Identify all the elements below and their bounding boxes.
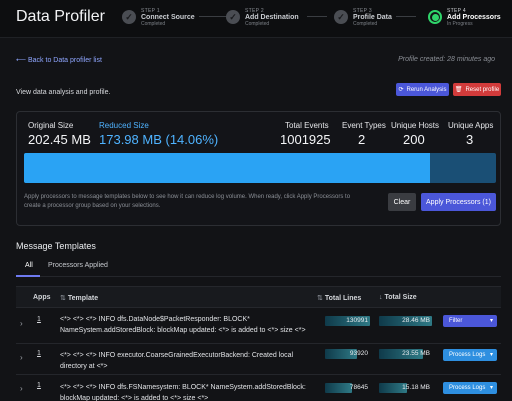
reset-profile-label: Reset profile <box>465 86 500 93</box>
apps-count-link[interactable]: 1 <box>37 382 41 389</box>
step-add-destination[interactable]: ✓ STEP 2 Add Destination Completed <box>226 8 299 27</box>
apps-count-link[interactable]: 1 <box>37 316 41 323</box>
clear-button[interactable]: Clear <box>388 193 416 211</box>
profile-created-text: Profile created: 28 minutes ago <box>398 56 495 63</box>
total-events-label: Total Events <box>285 121 329 130</box>
unique-hosts-value: 200 <box>403 132 425 147</box>
total-lines-cell: 130991 <box>325 316 370 326</box>
total-size-cell: 23.55 MB <box>379 349 432 359</box>
message-templates-title: Message Templates <box>16 241 96 251</box>
table-row[interactable]: › 1 <*> <*> <*> INFO dfs.FSNamesystem: B… <box>16 376 501 401</box>
step-status: Completed <box>245 20 270 27</box>
step-profile-data[interactable]: ✓ STEP 3 Profile Data Completed <box>334 8 392 27</box>
check-icon: ✓ <box>122 10 136 24</box>
column-total-lines[interactable]: ⇅ Total Lines <box>317 294 361 302</box>
reduced-size-label: Reduced Size <box>99 121 149 130</box>
caret-down-icon: ▾ <box>489 385 493 391</box>
column-total-size-label: Total Size <box>384 294 417 301</box>
column-apps[interactable]: Apps <box>33 294 51 301</box>
total-size-cell: 15.18 MB <box>379 383 432 393</box>
apply-processors-button[interactable]: Apply Processors (1) <box>421 193 496 211</box>
sort-icon: ⇅ <box>60 295 66 302</box>
template-text: <*> <*> <*> INFO executor.CoarseGrainedE… <box>60 352 294 371</box>
step-status: Completed <box>141 20 166 27</box>
step-status: Completed <box>353 20 378 27</box>
step-status: In Progress <box>447 20 473 27</box>
tab-all[interactable]: All <box>25 262 33 269</box>
sort-desc-icon: ↓ <box>379 294 383 301</box>
process-logs-action-button[interactable]: Process Logs ▾ <box>443 349 497 361</box>
reset-profile-button[interactable]: 🗑 Reset profile <box>453 83 501 96</box>
table-row[interactable]: › 1 <*> <*> <*> INFO dfs.DataNode$Packet… <box>16 309 501 344</box>
table-header: Apps ⇅ Template ⇅ Total Lines ↓ Total Size <box>16 286 501 308</box>
trash-icon: 🗑 <box>454 87 463 93</box>
step-add-processors[interactable]: STEP 4 Add Processors In Progress <box>428 8 501 27</box>
caret-down-icon: ▾ <box>489 318 493 324</box>
chevron-right-icon[interactable]: › <box>20 353 23 362</box>
column-template[interactable]: ⇅ Template <box>60 294 98 302</box>
step-connector <box>396 16 416 17</box>
total-events-value: 1001925 <box>280 132 331 147</box>
active-tab-indicator <box>16 275 40 277</box>
original-size-label: Original Size <box>28 121 74 130</box>
template-text: <*> <*> <*> INFO dfs.DataNode$PacketResp… <box>60 316 306 335</box>
process-logs-action-button[interactable]: Process Logs ▾ <box>443 382 497 394</box>
chevron-right-icon[interactable]: › <box>20 384 23 393</box>
row-action-label: Filter <box>449 318 463 324</box>
arrow-left-icon: ⟵ <box>16 57 27 64</box>
total-lines-value: 130991 <box>346 317 368 324</box>
column-total-size[interactable]: ↓ Total Size <box>379 294 417 301</box>
apps-count-link[interactable]: 1 <box>37 350 41 357</box>
sort-icon: ⇅ <box>317 295 323 302</box>
step-connector <box>307 16 327 17</box>
tabs-divider <box>16 276 501 277</box>
rerun-analysis-button[interactable]: ⟳ Rerun Analysis <box>396 83 449 96</box>
event-types-label: Event Types <box>342 121 386 130</box>
column-template-label: Template <box>67 295 99 302</box>
caret-down-icon: ▾ <box>489 352 493 358</box>
total-size-value: 28.46 MB <box>402 317 430 324</box>
back-link-label: Back to Data profiler list <box>28 57 102 64</box>
event-types-value: 2 <box>358 132 366 147</box>
tab-processors-applied[interactable]: Processors Applied <box>48 262 108 269</box>
row-action-label: Process Logs <box>449 352 486 358</box>
back-link[interactable]: ⟵ Back to Data profiler list <box>16 56 102 64</box>
view-description: View data analysis and profile. <box>16 89 111 96</box>
total-size-value: 15.18 MB <box>402 384 430 391</box>
total-size-value: 23.55 MB <box>402 350 430 357</box>
top-header: Data Profiler ✓ STEP 1 Connect Source Co… <box>0 0 512 38</box>
total-lines-cell: 78645 <box>325 383 370 393</box>
original-size-value: 202.45 MB <box>28 132 91 147</box>
column-total-lines-label: Total Lines <box>324 295 362 302</box>
total-lines-bar <box>325 383 352 393</box>
current-step-icon <box>428 10 442 24</box>
total-lines-value: 93920 <box>349 350 368 357</box>
size-reduction-bar <box>24 153 496 183</box>
check-icon: ✓ <box>226 10 240 24</box>
check-icon: ✓ <box>334 10 348 24</box>
reduced-size-fill <box>24 153 430 183</box>
unique-hosts-label: Unique Hosts <box>391 121 440 130</box>
total-lines-value: 78645 <box>349 384 368 391</box>
stats-card: Original Size 202.45 MB Reduced Size 173… <box>16 111 501 226</box>
refresh-icon: ⟳ <box>398 87 404 93</box>
page-title: Data Profiler <box>16 8 105 25</box>
filter-action-button[interactable]: Filter ▾ <box>443 315 497 327</box>
template-text: <*> <*> <*> INFO dfs.FSNamesystem: BLOCK… <box>60 384 306 401</box>
unique-apps-label: Unique Apps <box>448 121 494 130</box>
step-connect-source[interactable]: ✓ STEP 1 Connect Source Completed <box>122 8 195 27</box>
total-size-cell: 28.46 MB <box>379 316 432 326</box>
table-row[interactable]: › 1 <*> <*> <*> INFO executor.CoarseGrai… <box>16 345 501 375</box>
rerun-analysis-label: Rerun Analysis <box>406 86 447 93</box>
unique-apps-value: 3 <box>466 132 474 147</box>
reduced-size-value: 173.98 MB (14.06%) <box>99 132 219 147</box>
total-lines-cell: 93920 <box>325 349 370 359</box>
row-action-label: Process Logs <box>449 385 486 391</box>
chevron-right-icon[interactable]: › <box>20 319 23 328</box>
apply-processors-description: Apply processors to message templates be… <box>24 194 351 210</box>
